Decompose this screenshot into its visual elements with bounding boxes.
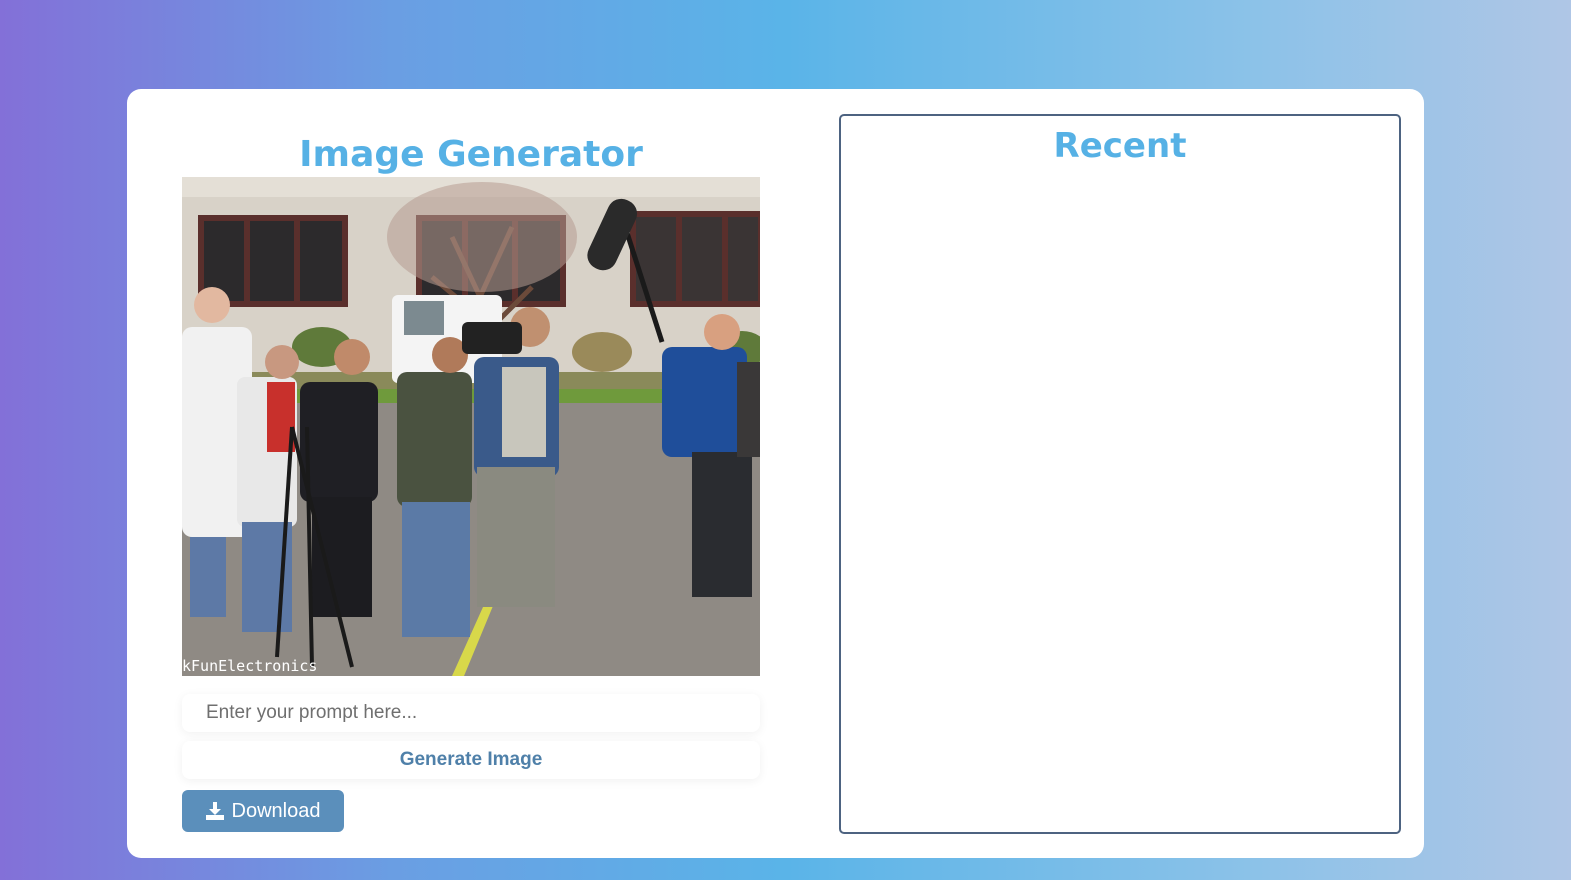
generate-image-button[interactable]: Generate Image <box>182 741 760 779</box>
download-icon <box>205 802 224 820</box>
page-title: Image Generator <box>299 134 643 175</box>
prompt-input[interactable] <box>182 694 760 732</box>
recent-panel: Recent <box>839 114 1401 834</box>
image-watermark: kFunElectronics <box>182 657 317 675</box>
generated-image: kFunElectronics <box>182 177 760 676</box>
download-label: Download <box>231 799 321 822</box>
recent-title: Recent <box>1053 126 1187 166</box>
download-button[interactable]: Download <box>182 790 344 832</box>
